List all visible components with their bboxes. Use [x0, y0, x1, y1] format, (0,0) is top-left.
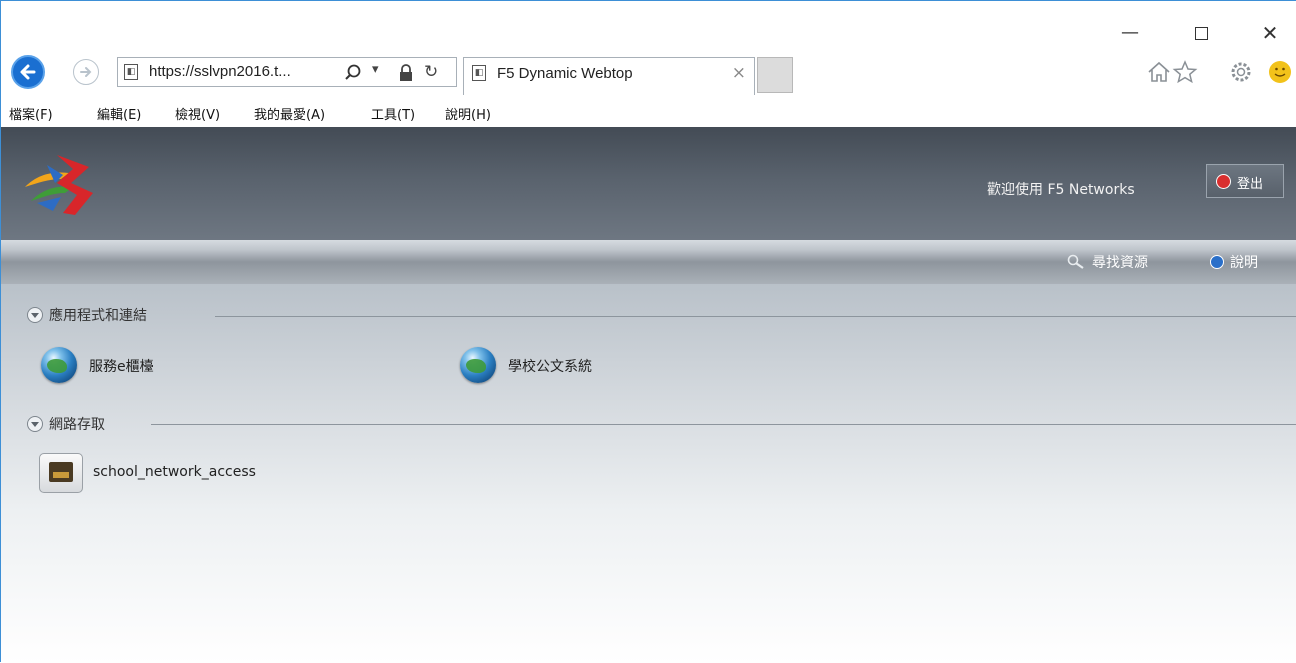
page-icon: ◧: [472, 65, 486, 81]
resource-item[interactable]: 學校公文系統: [460, 347, 680, 387]
welcome-text: 歡迎使用 F5 Networks: [987, 182, 1135, 198]
resource-item[interactable]: school_network_access: [39, 453, 319, 493]
menu-help[interactable]: 說明(H): [445, 104, 491, 123]
tab-close-icon[interactable]: ×: [732, 63, 746, 83]
menu-file[interactable]: 檔案(F): [9, 104, 53, 123]
help-label: 說明: [1230, 255, 1258, 271]
browser-tab-active[interactable]: ◧ F5 Dynamic Webtop ×: [463, 57, 755, 95]
menu-view[interactable]: 檢視(V): [175, 104, 220, 123]
logout-button[interactable]: 登出: [1206, 164, 1284, 198]
search-icon[interactable]: [344, 64, 362, 82]
network-access-icon: [39, 453, 83, 493]
address-url[interactable]: https://sslvpn2016.t...: [149, 63, 291, 80]
globe-icon: [460, 347, 496, 383]
home-icon[interactable]: [1146, 59, 1172, 85]
favorites-star-icon[interactable]: [1172, 59, 1198, 85]
forward-arrow-icon: [80, 67, 92, 77]
globe-icon: [41, 347, 77, 383]
find-resource-label: 尋找資源: [1092, 255, 1148, 271]
webtop-content: 應用程式和連結 服務e櫃檯 學校公文系統 網路存取 school_network…: [1, 284, 1296, 663]
refresh-icon[interactable]: ↻: [424, 62, 438, 82]
section-apps-links[interactable]: 應用程式和連結: [27, 305, 227, 327]
new-tab-button[interactable]: [757, 57, 793, 93]
collapse-toggle-icon[interactable]: [27, 416, 43, 432]
menu-edit[interactable]: 編輯(E): [97, 104, 141, 123]
webtop-header: 歡迎使用 F5 Networks 登出: [1, 127, 1296, 240]
section-network-access[interactable]: 網路存取: [27, 414, 167, 436]
help-icon: [1210, 255, 1224, 269]
maximize-icon: [1194, 27, 1208, 40]
maximize-button[interactable]: [1184, 21, 1218, 45]
section-title: 網路存取: [49, 417, 105, 433]
menu-favorites[interactable]: 我的最愛(A): [254, 104, 325, 123]
lock-icon[interactable]: [399, 64, 413, 82]
page-icon: ◧: [124, 64, 138, 80]
magnifier-icon: [1067, 254, 1084, 269]
collapse-toggle-icon[interactable]: [27, 307, 43, 323]
section-divider: [151, 424, 1296, 425]
webtop-toolbar: 尋找資源 說明: [1, 240, 1296, 284]
resource-label: school_network_access: [93, 464, 256, 480]
close-window-button[interactable]: ✕: [1253, 21, 1287, 45]
logout-label: 登出: [1237, 177, 1264, 192]
minimize-button[interactable]: —: [1113, 21, 1147, 45]
section-divider: [215, 316, 1296, 317]
resource-label: 服務e櫃檯: [89, 359, 154, 375]
smiley-feedback-icon[interactable]: [1267, 59, 1293, 85]
tab-title: F5 Dynamic Webtop: [497, 65, 633, 82]
find-resource-link[interactable]: 尋找資源: [1066, 252, 1148, 272]
gear-icon[interactable]: [1228, 59, 1254, 85]
browser-window: — ✕ ◧ https://sslvpn2016.t... ▾ ↻ ◧ F5 D…: [0, 0, 1296, 663]
resource-item[interactable]: 服務e櫃檯: [41, 347, 241, 387]
resource-label: 學校公文系統: [508, 359, 592, 375]
menu-bar: 檔案(F) 編輯(E) 檢視(V) 我的最愛(A) 工具(T) 說明(H): [1, 101, 1296, 125]
menu-tools[interactable]: 工具(T): [371, 104, 415, 123]
back-button[interactable]: [11, 55, 45, 89]
power-icon: [1216, 174, 1231, 189]
forward-button[interactable]: [73, 59, 99, 85]
address-bar[interactable]: ◧ https://sslvpn2016.t... ▾ ↻: [117, 57, 457, 87]
chevron-down-icon[interactable]: ▾: [372, 62, 379, 77]
help-link[interactable]: 說明: [1210, 252, 1258, 272]
back-arrow-icon: [20, 64, 36, 80]
section-title: 應用程式和連結: [49, 308, 147, 324]
browser-titlebar: — ✕ ◧ https://sslvpn2016.t... ▾ ↻ ◧ F5 D…: [1, 1, 1296, 97]
logo-icon: [25, 155, 93, 215]
